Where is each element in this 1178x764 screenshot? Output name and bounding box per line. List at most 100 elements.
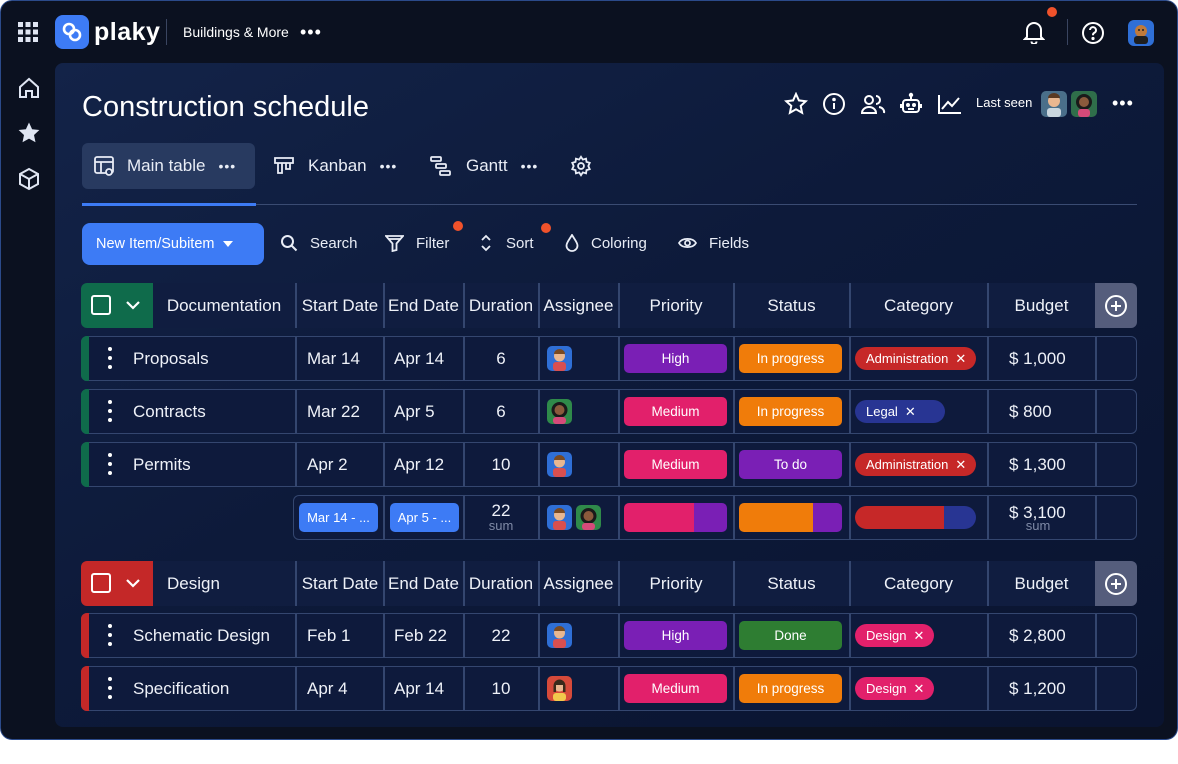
help-icon[interactable] [1080,20,1106,46]
priority-badge[interactable]: High [624,344,727,373]
remove-tag-icon[interactable]: ✕ [913,628,924,644]
item-name[interactable]: Contracts [133,390,206,433]
category-distribution-bar[interactable] [855,506,976,529]
automation-robot-icon[interactable] [898,90,924,118]
start-date[interactable]: Apr 4 [307,667,348,710]
end-date[interactable]: Apr 12 [394,443,444,486]
info-icon[interactable] [821,91,847,117]
star-icon[interactable] [783,91,809,117]
tab-more-icon[interactable]: ••• [521,158,539,174]
budget[interactable]: $ 1,200 [1009,667,1066,710]
group-select-checkbox[interactable] [91,573,111,593]
end-date[interactable]: Apr 5 [394,390,435,433]
priority-badge[interactable]: Medium [624,397,727,426]
column-header[interactable]: Budget [988,283,1095,328]
fields-button[interactable]: Fields [678,223,749,263]
add-column-button[interactable] [1095,561,1137,606]
remove-tag-icon[interactable]: ✕ [955,351,966,367]
remove-tag-icon[interactable]: ✕ [905,404,916,420]
assignee-avatar[interactable] [547,623,572,648]
column-header[interactable]: Category [850,283,987,328]
notifications-bell-icon[interactable] [1021,19,1047,45]
tab-more-icon[interactable]: ••• [218,158,236,174]
assignee-avatar[interactable] [547,399,572,424]
row-menu-icon[interactable] [107,400,113,422]
column-header[interactable]: Category [850,561,987,606]
table-row[interactable]: Proposals Mar 14 Apr 14 6 High In progre… [81,336,1137,381]
end-date[interactable]: Feb 22 [394,614,447,657]
status-badge[interactable]: In progress [739,344,842,373]
group-name[interactable]: Documentation [153,283,295,328]
item-name[interactable]: Schematic Design [133,614,270,657]
apps-grid-icon[interactable] [17,21,39,43]
priority-distribution-bar[interactable] [624,503,727,532]
user-avatar[interactable] [1128,20,1154,46]
view-settings-gear-icon[interactable] [570,155,592,177]
budget[interactable]: $ 1,300 [1009,443,1066,486]
category-tag[interactable]: Design ✕ [855,677,935,700]
workspace-name[interactable]: Buildings & More [183,21,289,43]
members-icon[interactable] [859,91,887,117]
status-badge[interactable]: In progress [739,397,842,426]
status-distribution-bar[interactable] [739,503,842,532]
row-menu-icon[interactable] [107,624,113,646]
add-column-button[interactable] [1095,283,1137,328]
column-header[interactable]: Status [734,561,849,606]
column-header[interactable]: End Date [384,561,463,606]
end-date[interactable]: Apr 14 [394,667,444,710]
category-tag[interactable]: Administration ✕ [855,453,977,476]
last-seen-avatar[interactable] [1041,91,1067,117]
column-header[interactable]: End Date [384,283,463,328]
tab-gantt[interactable]: Gantt ••• [429,143,538,189]
status-badge[interactable]: To do [739,450,842,479]
assignee-avatar[interactable] [547,452,572,477]
filter-button[interactable]: Filter [385,223,449,263]
priority-badge[interactable]: High [624,621,727,650]
assignee-avatar[interactable] [547,505,572,530]
tab-main-table[interactable]: Main table ••• [93,143,236,189]
duration[interactable]: 6 [464,337,538,380]
search-button[interactable]: Search [280,223,358,263]
new-item-button[interactable]: New Item/Subitem [82,223,264,265]
duration[interactable]: 10 [464,667,538,710]
coloring-button[interactable]: Coloring [565,223,647,263]
group-select-checkbox[interactable] [91,295,111,315]
row-menu-icon[interactable] [107,677,113,699]
priority-badge[interactable]: Medium [624,450,727,479]
item-name[interactable]: Specification [133,667,229,710]
column-header[interactable]: Assignee [539,561,618,606]
table-row[interactable]: Schematic Design Feb 1 Feb 22 22 High Do… [81,613,1137,658]
budget[interactable]: $ 2,800 [1009,614,1066,657]
start-date[interactable]: Mar 14 [307,337,360,380]
category-tag[interactable]: Administration ✕ [855,347,977,370]
assignee-avatar[interactable] [547,346,572,371]
budget[interactable]: $ 800 [1009,390,1052,433]
date-range-summary[interactable]: Mar 14 - ... [299,503,378,532]
end-date[interactable]: Apr 14 [394,337,444,380]
status-badge[interactable]: Done [739,621,842,650]
plaky-logo-icon[interactable] [55,15,89,49]
remove-tag-icon[interactable]: ✕ [955,457,966,473]
table-row[interactable]: Permits Apr 2 Apr 12 10 Medium To do Adm… [81,442,1137,487]
row-menu-icon[interactable] [107,453,113,475]
sort-button[interactable]: Sort [480,223,534,263]
duration[interactable]: 10 [464,443,538,486]
start-date[interactable]: Apr 2 [307,443,348,486]
row-menu-icon[interactable] [107,347,113,369]
status-badge[interactable]: In progress [739,674,842,703]
home-icon[interactable] [17,76,41,100]
board-more-icon[interactable]: ••• [1112,93,1134,113]
budget[interactable]: $ 1,000 [1009,337,1066,380]
category-tag[interactable]: Design ✕ [855,624,935,647]
item-name[interactable]: Proposals [133,337,209,380]
column-header[interactable]: Duration [464,283,538,328]
start-date[interactable]: Mar 22 [307,390,360,433]
column-header[interactable]: Priority [619,283,733,328]
column-header[interactable]: Assignee [539,283,618,328]
remove-tag-icon[interactable]: ✕ [913,681,924,697]
date-range-summary[interactable]: Apr 5 - ... [390,503,459,532]
group-collapse-chevron-icon[interactable] [125,576,141,590]
column-header[interactable]: Start Date [296,561,384,606]
tab-more-icon[interactable]: ••• [380,158,398,174]
category-tag[interactable]: Legal ✕ [855,400,945,423]
